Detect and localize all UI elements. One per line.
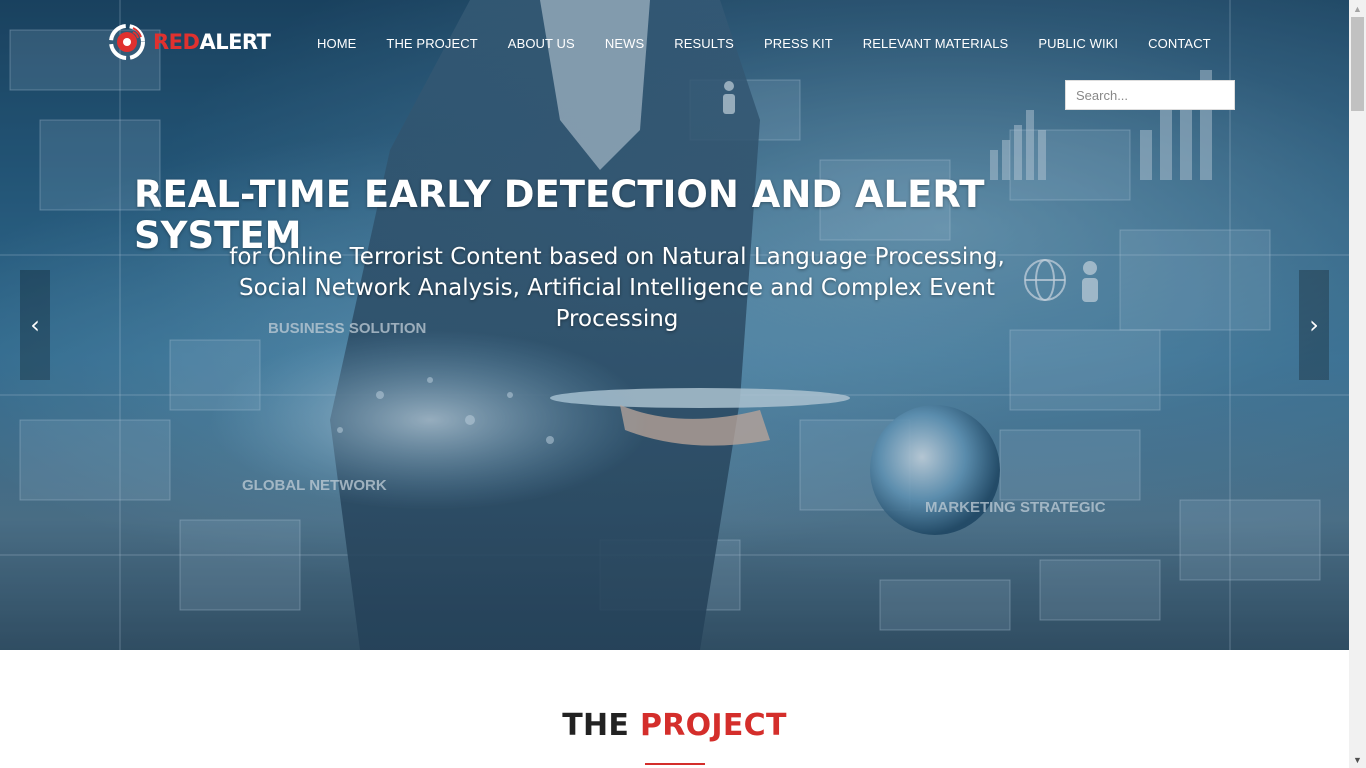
slider-next-button[interactable]: › [1299, 270, 1329, 380]
nav-news[interactable]: NEWS [605, 36, 644, 51]
nav-contact[interactable]: CONTACT [1148, 36, 1211, 51]
section-title-part1: THE [562, 708, 630, 743]
hero-subtitle: for Online Terrorist Content based on Na… [229, 244, 1005, 332]
scrollbar-thumb[interactable] [1351, 17, 1364, 111]
nav-results[interactable]: RESULTS [674, 36, 734, 51]
brand-name: REDALERT [153, 30, 271, 54]
nav-public-wiki[interactable]: PUBLIC WIKI [1038, 36, 1118, 51]
nav-relevant-materials[interactable]: RELEVANT MATERIALS [863, 36, 1009, 51]
main-nav: HOME THE PROJECT ABOUT US NEWS RESULTS P… [317, 36, 1211, 51]
section-divider [645, 763, 705, 765]
nav-about-us[interactable]: ABOUT US [508, 36, 575, 51]
slider-prev-button[interactable]: ‹ [20, 270, 50, 380]
redalert-logo-icon [109, 24, 145, 60]
hero-slider: BUSINESS SOLUTION GLOBAL NETWORK MARKETI… [0, 0, 1349, 650]
chevron-left-icon: ‹ [30, 311, 40, 339]
section-title-part2: PROJECT [639, 708, 787, 743]
chevron-right-icon: › [1309, 311, 1319, 339]
search-box [1065, 80, 1235, 110]
page-scrollbar[interactable]: ▲ ▼ [1349, 0, 1366, 768]
nav-the-project[interactable]: THE PROJECT [386, 36, 477, 51]
brand-name-white: ALERT [199, 30, 271, 54]
brand-logo[interactable]: REDALERT [107, 22, 271, 62]
nav-press-kit[interactable]: PRESS KIT [764, 36, 833, 51]
nav-home[interactable]: HOME [317, 36, 356, 51]
scroll-down-arrow-icon[interactable]: ▼ [1349, 751, 1366, 768]
section-title: THE PROJECT [0, 708, 1349, 743]
search-input[interactable] [1066, 81, 1234, 109]
brand-name-red: RED [153, 30, 200, 54]
scroll-up-arrow-icon[interactable]: ▲ [1349, 0, 1366, 17]
